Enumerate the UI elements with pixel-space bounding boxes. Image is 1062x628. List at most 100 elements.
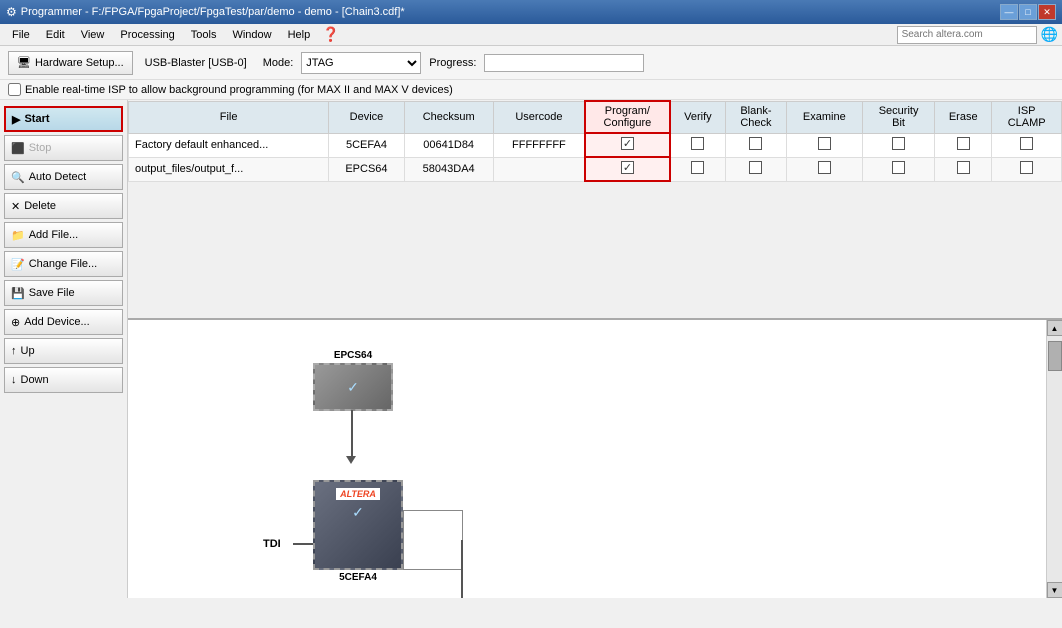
5cefa4-chip: ALTERA ✓ xyxy=(313,480,403,570)
save-file-icon: 💾 xyxy=(11,287,25,300)
row1-erase[interactable] xyxy=(935,133,992,157)
down-button[interactable]: ↓ Down xyxy=(4,367,123,393)
row2-blank-check-checkbox[interactable] xyxy=(749,161,762,174)
row2-program[interactable] xyxy=(585,157,669,181)
row2-program-checkbox[interactable] xyxy=(621,161,634,174)
window-controls: — □ ✕ xyxy=(1000,4,1056,20)
down-icon: ↓ xyxy=(11,374,17,386)
menu-processing[interactable]: Processing xyxy=(112,27,182,43)
menu-file[interactable]: File xyxy=(4,27,38,43)
col-examine: Examine xyxy=(786,101,862,133)
close-button[interactable]: ✕ xyxy=(1038,4,1056,20)
start-icon: ▶ xyxy=(12,113,20,126)
col-verify: Verify xyxy=(670,101,726,133)
menu-help[interactable]: Help xyxy=(280,27,319,43)
boundary-box xyxy=(403,510,463,570)
hardware-icon: 🖥 xyxy=(17,56,31,69)
auto-detect-button[interactable]: 🔍 Auto Detect xyxy=(4,164,123,190)
epcs64-device: EPCS64 ✓ xyxy=(313,350,393,410)
col-program-configure: Program/Configure xyxy=(585,101,669,133)
delete-button[interactable]: ✕ Delete xyxy=(4,193,123,219)
usb-blaster-label: USB-Blaster [USB-0] xyxy=(145,57,247,69)
row2-isp-clamp[interactable] xyxy=(992,157,1062,181)
row1-verify-checkbox[interactable] xyxy=(691,137,704,150)
start-button[interactable]: ▶ Start xyxy=(4,106,123,132)
add-device-button[interactable]: ⊕ Add Device... xyxy=(4,309,123,335)
hardware-setup-label: Hardware Setup... xyxy=(35,57,124,69)
row1-usercode: FFFFFFFF xyxy=(493,133,585,157)
row2-security-bit[interactable] xyxy=(863,157,935,181)
row2-file: output_files/output_f... xyxy=(129,157,329,181)
row2-verify[interactable] xyxy=(670,157,726,181)
main-area: ▶ Start ⬛ Stop 🔍 Auto Detect ✕ Delete 📁 … xyxy=(0,100,1062,598)
add-file-icon: 📁 xyxy=(11,229,25,242)
diagram-canvas: EPCS64 ✓ TDI ALTERA ✓ xyxy=(128,320,1046,598)
title-text: Programmer - F:/FPGA/FpgaProject/FpgaTes… xyxy=(21,6,1000,18)
tdi-label: TDI xyxy=(263,538,281,550)
row1-isp-clamp[interactable] xyxy=(992,133,1062,157)
row1-examine-checkbox[interactable] xyxy=(818,137,831,150)
scroll-track xyxy=(1048,336,1062,582)
menu-view[interactable]: View xyxy=(73,27,113,43)
row1-blank-check-checkbox[interactable] xyxy=(749,137,762,150)
menu-window[interactable]: Window xyxy=(224,27,279,43)
mode-select[interactable]: JTAG Passive Serial Active Serial xyxy=(301,52,421,74)
programmer-table: File Device Checksum Usercode Program/Co… xyxy=(128,100,1062,182)
menubar: File Edit View Processing Tools Window H… xyxy=(0,24,1062,46)
menu-tools[interactable]: Tools xyxy=(183,27,225,43)
search-globe-icon: 🌐 xyxy=(1041,26,1058,43)
5cefa4-checkmark: ✓ xyxy=(352,504,364,521)
epcs64-to-5cefa4-arrow xyxy=(351,410,353,460)
row1-blank-check[interactable] xyxy=(726,133,786,157)
auto-detect-icon: 🔍 xyxy=(11,171,25,184)
change-file-icon: 📝 xyxy=(11,258,25,271)
menu-edit[interactable]: Edit xyxy=(38,27,73,43)
row2-blank-check[interactable] xyxy=(726,157,786,181)
epcs64-chip: ✓ xyxy=(313,363,393,411)
tdo-line-v xyxy=(461,540,463,598)
col-blank-check: Blank-Check xyxy=(726,101,786,133)
scroll-up-button[interactable]: ▲ xyxy=(1047,320,1062,336)
row2-erase[interactable] xyxy=(935,157,992,181)
row2-isp-checkbox[interactable] xyxy=(1020,161,1033,174)
row2-verify-checkbox[interactable] xyxy=(691,161,704,174)
delete-icon: ✕ xyxy=(11,200,20,213)
row1-examine[interactable] xyxy=(786,133,862,157)
row1-erase-checkbox[interactable] xyxy=(957,137,970,150)
isp-checkbox[interactable] xyxy=(8,83,21,96)
table-row: output_files/output_f... EPCS64 58043DA4 xyxy=(129,157,1062,181)
isp-label: Enable real-time ISP to allow background… xyxy=(25,84,453,96)
row1-security-bit[interactable] xyxy=(863,133,935,157)
hardware-setup-button[interactable]: 🖥 Hardware Setup... xyxy=(8,51,133,75)
row2-examine[interactable] xyxy=(786,157,862,181)
row2-erase-checkbox[interactable] xyxy=(957,161,970,174)
row2-security-checkbox[interactable] xyxy=(892,161,905,174)
titlebar: ⚙ Programmer - F:/FPGA/FpgaProject/FpgaT… xyxy=(0,0,1062,24)
stop-button[interactable]: ⬛ Stop xyxy=(4,135,123,161)
maximize-button[interactable]: □ xyxy=(1019,4,1037,20)
row1-program-checkbox[interactable] xyxy=(621,137,634,150)
minimize-button[interactable]: — xyxy=(1000,4,1018,20)
col-device: Device xyxy=(329,101,405,133)
scroll-down-button[interactable]: ▼ xyxy=(1047,582,1062,598)
row1-program[interactable] xyxy=(585,133,669,157)
col-checksum: Checksum xyxy=(404,101,493,133)
change-file-button[interactable]: 📝 Change File... xyxy=(4,251,123,277)
save-file-button[interactable]: 💾 Save File xyxy=(4,280,123,306)
row1-checksum: 00641D84 xyxy=(404,133,493,157)
add-file-button[interactable]: 📁 Add File... xyxy=(4,222,123,248)
isp-row: Enable real-time ISP to allow background… xyxy=(0,80,1062,100)
add-device-icon: ⊕ xyxy=(11,316,20,329)
diagram-area: ▲ ▼ EPCS64 ✓ TDI xyxy=(128,320,1062,598)
stop-icon: ⬛ xyxy=(11,142,25,155)
up-icon: ↑ xyxy=(11,345,17,357)
row1-verify[interactable] xyxy=(670,133,726,157)
search-input[interactable] xyxy=(897,26,1037,44)
row2-examine-checkbox[interactable] xyxy=(818,161,831,174)
sidebar: ▶ Start ⬛ Stop 🔍 Auto Detect ✕ Delete 📁 … xyxy=(0,100,128,598)
progress-label: Progress: xyxy=(429,57,476,69)
up-button[interactable]: ↑ Up xyxy=(4,338,123,364)
scroll-thumb[interactable] xyxy=(1048,341,1062,371)
row1-security-checkbox[interactable] xyxy=(892,137,905,150)
row1-isp-checkbox[interactable] xyxy=(1020,137,1033,150)
